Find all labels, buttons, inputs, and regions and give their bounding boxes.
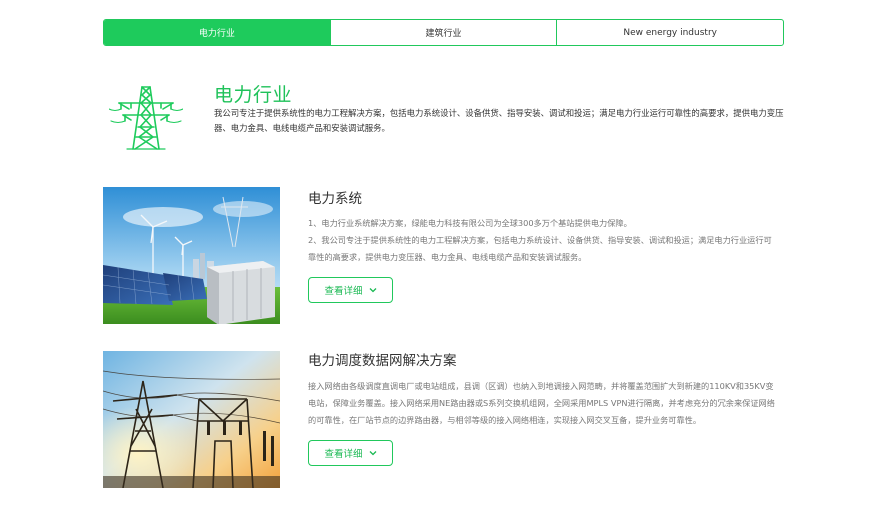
chevron-down-icon bbox=[369, 288, 376, 293]
solution-item-power-system: 电力系统 1、电力行业系统解决方案，绿能电力科技有限公司为全球300多万个基站提… bbox=[103, 187, 785, 327]
view-details-label: 查看详细 bbox=[324, 449, 363, 460]
item-title: 电力系统 bbox=[308, 191, 362, 207]
item-paragraph: 接入网络由各级调度直调电厂或电站组成，县调（区调）也纳入到地调接入网范畴，并将覆… bbox=[308, 381, 775, 425]
item-description: 接入网络由各级调度直调电厂或电站组成，县调（区调）也纳入到地调接入网范畴，并将覆… bbox=[308, 378, 778, 429]
view-details-button[interactable]: 查看详细 bbox=[308, 277, 393, 303]
tab-power-industry[interactable]: 电力行业 bbox=[104, 20, 331, 45]
tab-new-energy-industry[interactable]: New energy industry bbox=[557, 20, 783, 45]
section-description: 我公司专注于提供系统性的电力工程解决方案，包括电力系统设计、设备供货、指导安装、… bbox=[214, 108, 784, 133]
transmission-tower-icon bbox=[109, 86, 183, 150]
power-substation-image bbox=[103, 351, 280, 488]
item-paragraph: 1、电力行业系统解决方案，绿能电力科技有限公司为全球300多万个基站提供电力保障… bbox=[308, 218, 632, 228]
item-description: 1、电力行业系统解决方案，绿能电力科技有限公司为全球300多万个基站提供电力保障… bbox=[308, 215, 778, 266]
tab-construction-industry[interactable]: 建筑行业 bbox=[331, 20, 558, 45]
view-details-button[interactable]: 查看详细 bbox=[308, 440, 393, 466]
item-paragraph: 2、我公司专注于提供系统性的电力工程解决方案，包括电力系统设计、设备供货、指导安… bbox=[308, 235, 772, 262]
solution-item-dispatch-network: 电力调度数据网解决方案 接入网络由各级调度直调电厂或电站组成，县调（区调）也纳入… bbox=[103, 351, 785, 491]
item-title: 电力调度数据网解决方案 bbox=[308, 353, 457, 369]
industry-tabs: 电力行业 建筑行业 New energy industry bbox=[103, 19, 784, 46]
chevron-down-icon bbox=[369, 451, 376, 456]
solar-panels-image bbox=[103, 187, 280, 324]
view-details-label: 查看详细 bbox=[324, 286, 363, 297]
section-title: 电力行业 bbox=[214, 84, 293, 106]
